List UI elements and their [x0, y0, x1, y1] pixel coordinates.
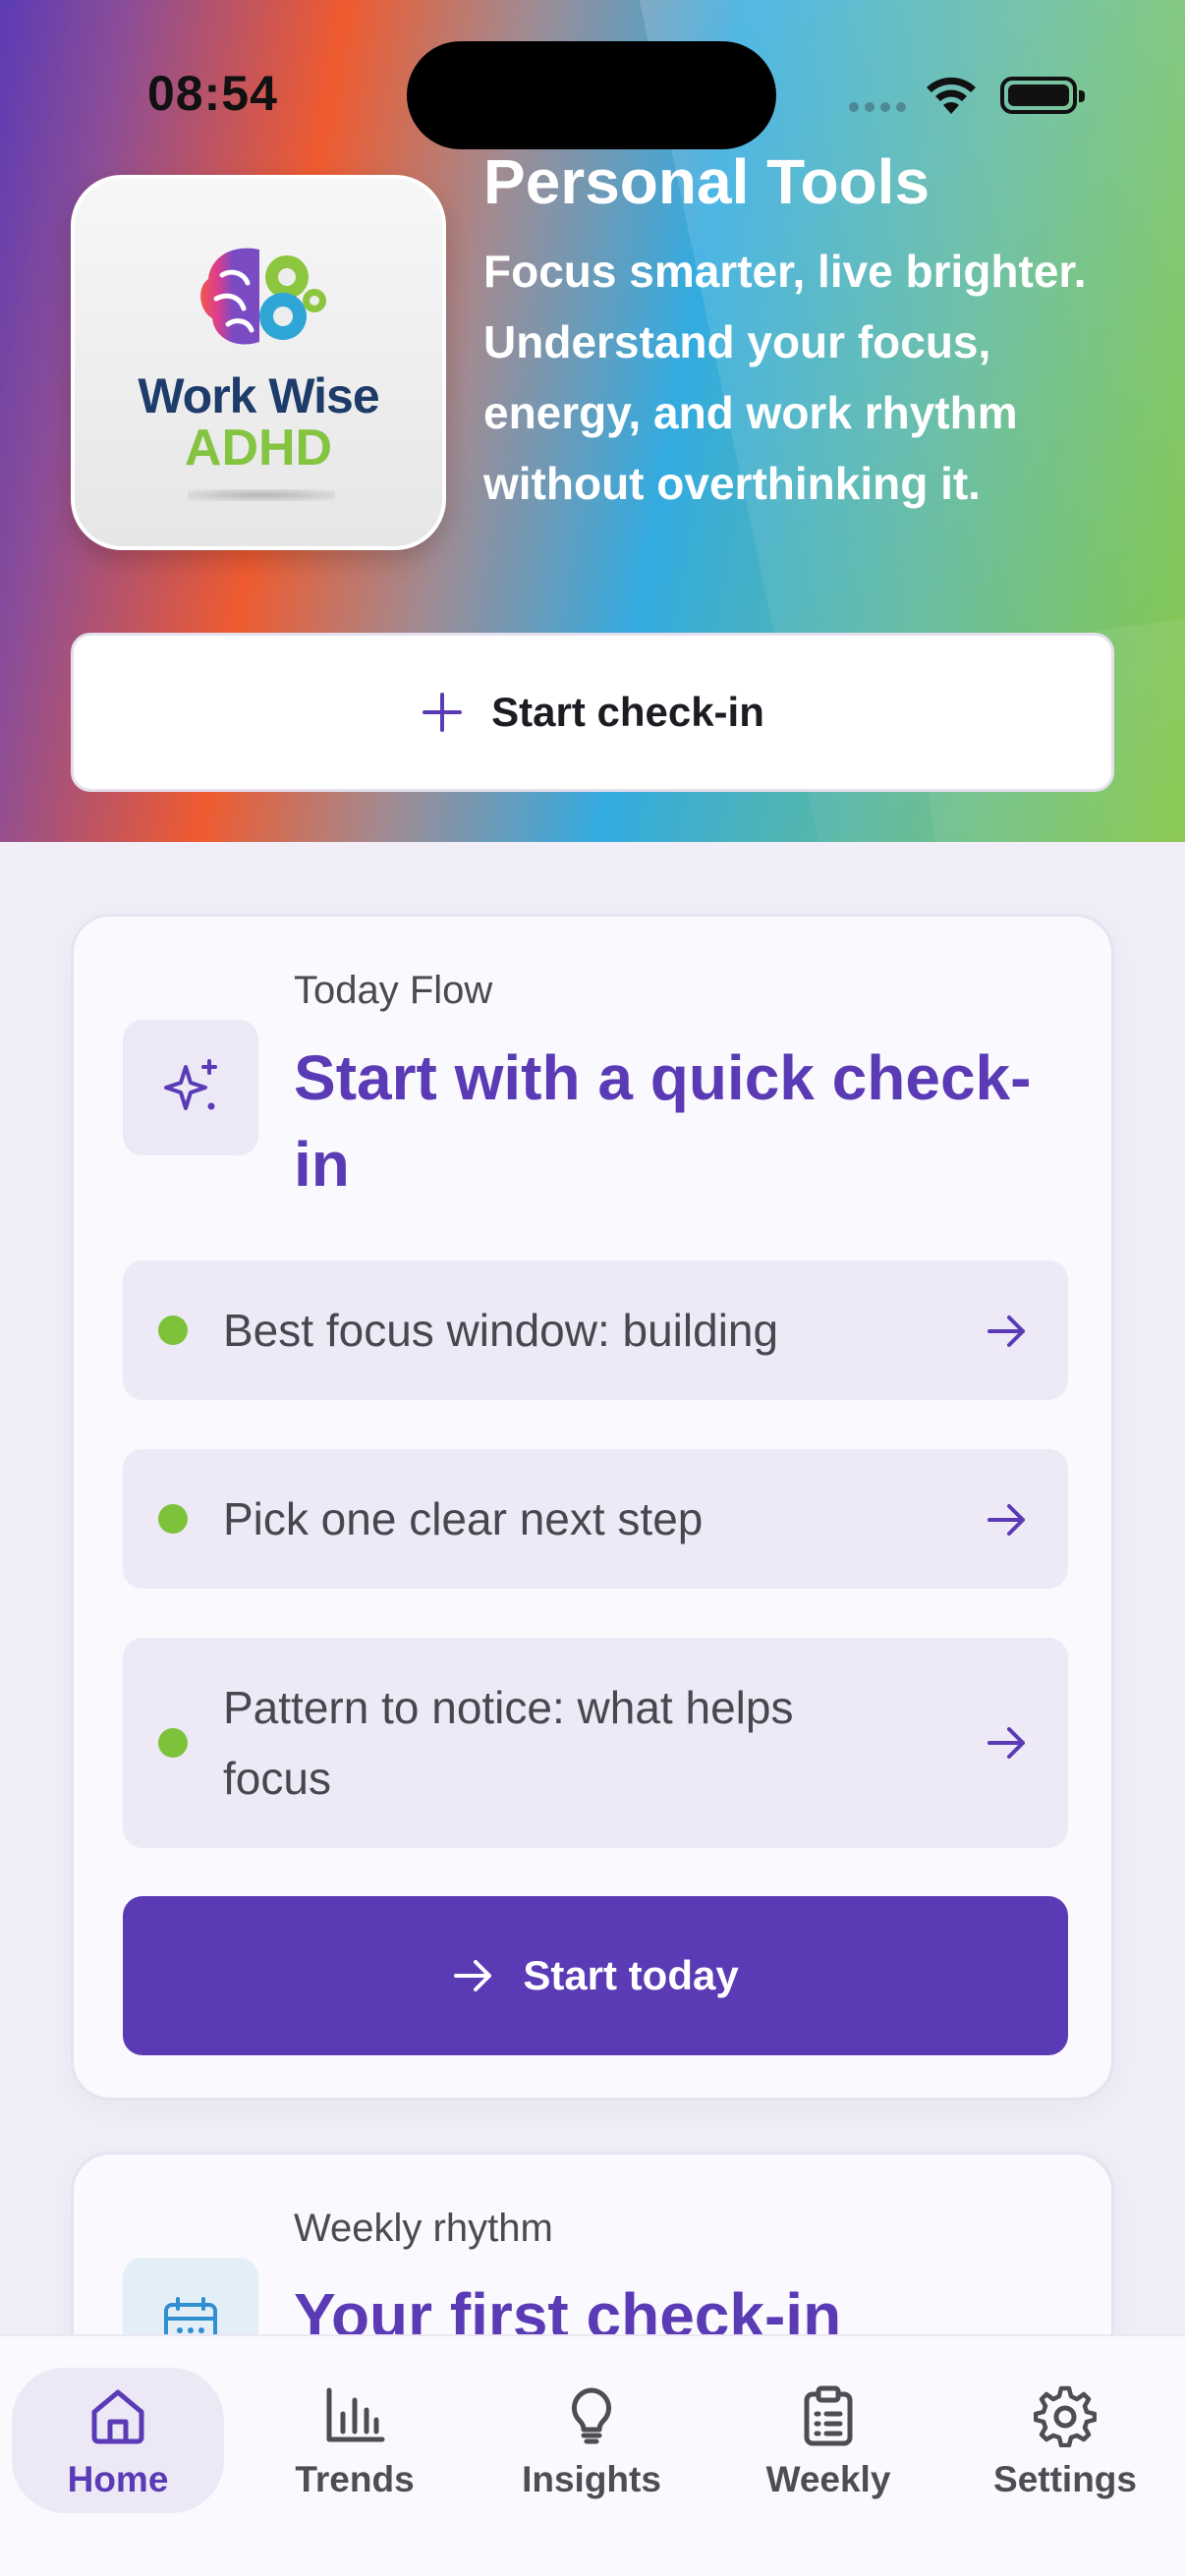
card-icon-container [123, 1020, 258, 1155]
nav-item-trends[interactable]: Trends [249, 2368, 461, 2513]
flow-item-next-step[interactable]: Pick one clear next step [123, 1449, 1068, 1589]
gear-icon [1034, 2385, 1097, 2447]
dynamic-island [407, 41, 776, 149]
card-title: Start with a quick check-in [294, 1042, 1032, 1200]
status-time: 08:54 [147, 66, 278, 121]
battery-icon [1000, 77, 1085, 114]
nav-item-weekly[interactable]: Weekly [722, 2368, 934, 2513]
arrow-right-icon [988, 1727, 1025, 1759]
lightbulb-icon [571, 2387, 612, 2444]
cellular-signal-icon [849, 102, 906, 112]
page-title: Personal Tools [483, 146, 931, 217]
flow-item-pattern[interactable]: Pattern to notice: what helps focus [123, 1638, 1068, 1848]
start-check-in-label: Start check-in [491, 689, 764, 735]
nav-label: Home [67, 2459, 169, 2499]
clipboard-icon [804, 2385, 853, 2446]
nav-label: Weekly [765, 2459, 891, 2499]
plus-icon [423, 693, 463, 732]
flow-item-label: Pick one clear next step [223, 1493, 704, 1544]
wifi-icon [927, 77, 976, 114]
brain-gears-icon [200, 248, 326, 345]
arrow-right-icon [988, 1504, 1025, 1536]
page-subtitle: Focus smarter, live brighter. Understand… [483, 246, 1087, 509]
flow-item-focus-window[interactable]: Best focus window: building [123, 1260, 1068, 1400]
card-eyebrow: Today Flow [294, 969, 493, 1012]
card-eyebrow: Weekly rhythm [294, 2207, 553, 2250]
start-today-label: Start today [523, 1952, 739, 1998]
bottom-navigation: Home Trends Insights Weekly Settings [0, 2334, 1185, 2576]
status-dot [158, 1504, 188, 1534]
arrow-right-icon [988, 1316, 1025, 1347]
nav-item-insights[interactable]: Insights [485, 2368, 698, 2513]
sparkles-icon [164, 1059, 217, 1110]
logo-text: Work Wise [138, 368, 379, 423]
status-dot [158, 1316, 188, 1345]
today-flow-card: Today Flow Start with a quick check-in B… [71, 914, 1114, 2100]
arrow-right-icon [454, 1960, 492, 1991]
logo-text: ADHD [184, 420, 333, 476]
bar-chart-icon [326, 2387, 385, 2442]
nav-item-home[interactable]: Home [12, 2368, 224, 2513]
nav-item-settings[interactable]: Settings [959, 2368, 1171, 2513]
nav-label: Settings [993, 2459, 1137, 2499]
flow-item-label: Pattern to notice: what helps focus [223, 1682, 794, 1804]
app-logo: Work Wise ADHD [71, 175, 446, 550]
status-dot [158, 1728, 188, 1758]
nav-label: Insights [522, 2459, 661, 2499]
flow-item-label: Best focus window: building [223, 1305, 779, 1356]
start-check-in-button[interactable]: Start check-in [71, 633, 1114, 792]
start-today-button[interactable]: Start today [123, 1896, 1068, 2055]
hero-header: 08:54 Work Wise ADHD Personal Tools Focu… [0, 0, 1185, 842]
home-icon [91, 2389, 144, 2444]
logo-shadow [188, 489, 335, 501]
nav-label: Trends [295, 2459, 415, 2499]
